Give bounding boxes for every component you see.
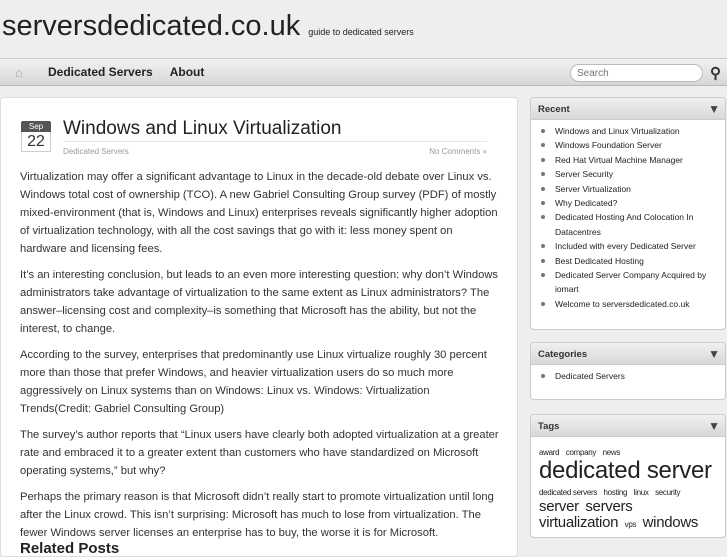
paragraph: Perhaps the primary reason is that Micro… [20, 491, 494, 539]
post-category[interactable]: Dedicated Servers [63, 147, 129, 156]
paragraph: According to the survey, enterprises tha… [20, 349, 487, 415]
widget-title: Tags [538, 421, 560, 432]
list-item[interactable]: Dedicated Hosting And Colocation In Data… [541, 210, 717, 239]
post-date: Sep 22 [21, 121, 51, 152]
tag-link[interactable]: virtualization [539, 514, 618, 531]
site-header: serversdedicated.co.uk guide to dedicate… [2, 10, 414, 43]
tag-link[interactable]: award [539, 448, 560, 457]
nav-bar: ⌂ Dedicated Servers About ⚲ [0, 58, 727, 86]
post-month: Sep [21, 121, 51, 132]
related-heading: Related Posts [20, 540, 120, 557]
list-item[interactable]: Red Hat Virtual Machine Manager [541, 153, 717, 167]
site-description: guide to dedicated servers [308, 27, 414, 37]
list-item[interactable]: Included with every Dedicated Server [541, 239, 717, 253]
tag-link[interactable]: server [539, 498, 579, 515]
tag-link[interactable]: server [647, 457, 712, 484]
collapse-icon[interactable]: ▼ [708, 347, 720, 361]
recent-list: Windows and Linux Virtualization Windows … [531, 120, 725, 317]
tag-link[interactable]: company [566, 448, 597, 457]
list-item[interactable]: Best Dedicated Hosting [541, 254, 717, 268]
list-item[interactable]: Welcome to serversdedicated.co.uk [541, 297, 717, 311]
post-meta: Dedicated Servers No Comments » [63, 141, 487, 156]
list-item[interactable]: Windows and Linux Virtualization [541, 124, 717, 138]
categories-widget: Categories ▼ Dedicated Servers [530, 342, 726, 400]
tags-widget: Tags ▼ award company news dedicated serve… [530, 414, 726, 538]
list-item[interactable]: Server Virtualization [541, 182, 717, 196]
home-icon[interactable]: ⌂ [15, 65, 31, 80]
collapse-icon[interactable]: ▼ [708, 102, 720, 116]
tag-link[interactable]: windows [643, 514, 699, 531]
post-day: 22 [21, 132, 51, 152]
nav-dedicated-servers[interactable]: Dedicated Servers [48, 65, 153, 79]
search-icon[interactable]: ⚲ [710, 64, 721, 82]
paragraph: It’s an interesting conclusion, but lead… [20, 269, 499, 335]
tag-cloud: award company news dedicated server dedi… [531, 437, 725, 537]
list-item[interactable]: Dedicated Server Company Acquired by iom… [541, 268, 717, 297]
list-item[interactable]: Windows Foundation Server [541, 138, 717, 152]
post: Sep 22 Windows and Linux Virtualization … [0, 97, 518, 557]
tag-link[interactable]: dedicated servers [539, 488, 597, 497]
site-title[interactable]: serversdedicated.co.uk [2, 10, 300, 43]
recent-widget: Recent ▼ Windows and Linux Virtualization… [530, 97, 726, 330]
list-item[interactable]: Dedicated Servers [541, 369, 717, 383]
widget-title: Recent [538, 104, 570, 115]
post-title[interactable]: Windows and Linux Virtualization [63, 118, 341, 140]
tag-link[interactable]: news [603, 448, 621, 457]
collapse-icon[interactable]: ▼ [708, 419, 720, 433]
list-item[interactable]: Why Dedicated? [541, 196, 717, 210]
post-content: Virtualization may offer a significant a… [20, 168, 500, 550]
tag-link[interactable]: linux [634, 488, 649, 497]
list-item[interactable]: Server Security [541, 167, 717, 181]
paragraph: Virtualization may offer a significant a… [20, 171, 498, 255]
search-input[interactable] [570, 64, 703, 82]
paragraph: The survey’s author reports that “Linux … [20, 429, 499, 477]
categories-list: Dedicated Servers [531, 365, 725, 389]
post-comments[interactable]: No Comments » [429, 147, 487, 156]
nav-about[interactable]: About [170, 65, 205, 79]
tag-link[interactable]: hosting [604, 488, 628, 497]
tag-link[interactable]: vps [625, 520, 637, 529]
tag-link[interactable]: security [655, 488, 680, 497]
widget-title: Categories [538, 349, 588, 360]
tag-link[interactable]: servers [585, 498, 632, 515]
tag-link[interactable]: dedicated [539, 457, 641, 484]
